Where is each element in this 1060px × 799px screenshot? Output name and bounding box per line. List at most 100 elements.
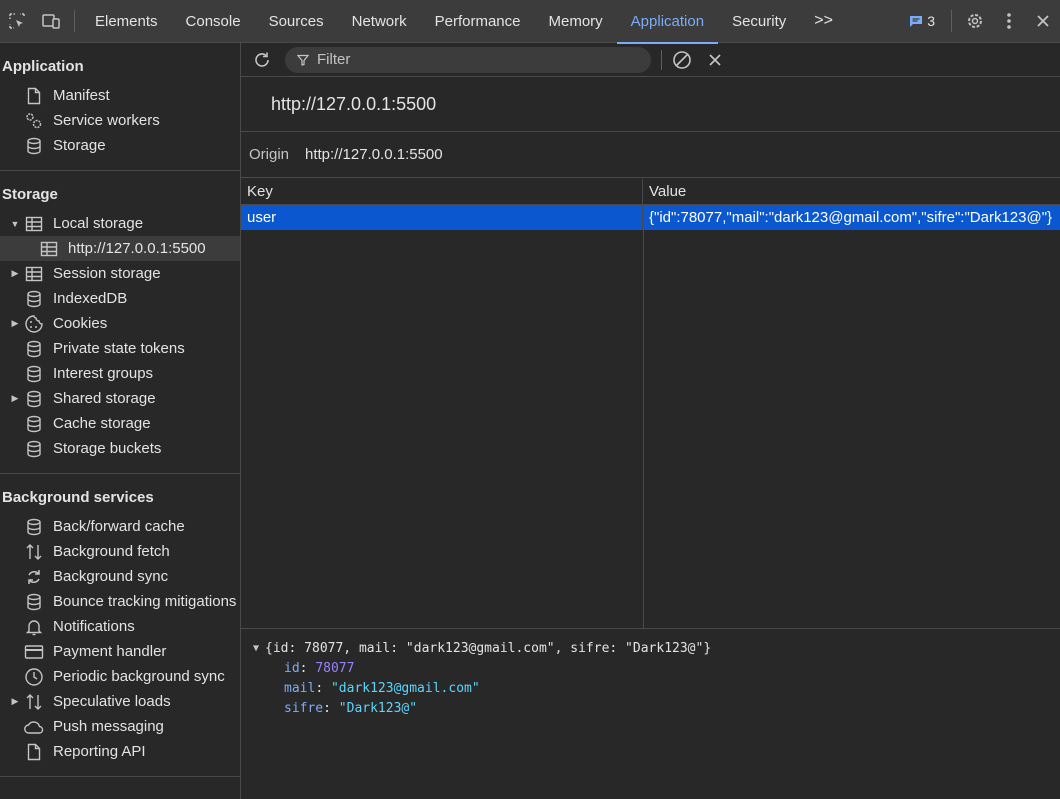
sidebar-item-local-storage-origin[interactable]: http://127.0.0.1:5500 (0, 236, 240, 261)
sidebar-item-storage-buckets[interactable]: Storage buckets (0, 436, 240, 461)
sidebar-item-cache-storage[interactable]: Cache storage (0, 411, 240, 436)
credit-card-icon (23, 642, 45, 662)
sidebar-item-label: Service workers (53, 112, 160, 129)
sidebar-item-background-sync[interactable]: Background sync (0, 564, 240, 589)
tab-console[interactable]: Console (172, 0, 255, 43)
clock-icon (23, 667, 45, 687)
database-icon (23, 289, 45, 309)
sidebar-item-cookies[interactable]: ▶ Cookies (0, 311, 240, 336)
sidebar-item-label: Push messaging (53, 718, 164, 735)
table-row[interactable]: user {"id":78077,"mail":"dark123@gmail.c… (241, 205, 1060, 230)
sidebar-item-label: Background fetch (53, 543, 170, 560)
sidebar-item-label: Bounce tracking mitigations (53, 593, 237, 610)
toolbar-divider (661, 49, 662, 70)
sidebar-item-session-storage[interactable]: ▶ Session storage (0, 261, 240, 286)
column-divider (643, 230, 644, 629)
close-devtools-icon[interactable] (1026, 0, 1060, 43)
tab-sources[interactable]: Sources (255, 0, 338, 43)
sidebar-item-label: Cache storage (53, 415, 151, 432)
sidebar-item-interest-groups[interactable]: Interest groups (0, 361, 240, 386)
bell-icon (23, 617, 45, 637)
local-storage-panel: http://127.0.0.1:5500 Origin http://127.… (241, 43, 1060, 799)
expanded-arrow-icon[interactable]: ▼ (253, 643, 259, 654)
collapsed-arrow-icon[interactable]: ▶ (9, 318, 21, 329)
sidebar-item-background-fetch[interactable]: Background fetch (0, 539, 240, 564)
collapsed-arrow-icon[interactable]: ▶ (9, 696, 21, 707)
sidebar-item-label: Reporting API (53, 743, 146, 760)
issues-count: 3 (927, 13, 935, 29)
section-title-storage: Storage (2, 186, 58, 203)
sidebar-item-manifest[interactable]: Manifest (0, 83, 240, 108)
sidebar-item-label: Storage (53, 137, 106, 154)
collapsed-arrow-icon[interactable]: ▶ (9, 268, 21, 279)
preview-summary: {id: 78077, mail: "dark123@gmail.com", s… (265, 640, 712, 656)
toolbar-divider (951, 10, 952, 32)
sidebar-item-label: Payment handler (53, 643, 167, 660)
table-icon (23, 264, 45, 284)
database-icon (23, 439, 45, 459)
settings-gear-icon[interactable] (958, 0, 992, 43)
property-key: mail (284, 680, 316, 696)
preview-property: id: 78077 (284, 660, 355, 676)
database-icon (23, 364, 45, 384)
device-toolbar-icon[interactable] (34, 0, 68, 43)
sidebar-item-label: Manifest (53, 87, 110, 104)
more-options-icon[interactable] (992, 0, 1026, 43)
sidebar-item-speculative-loads[interactable]: ▶ Speculative loads (0, 689, 240, 714)
sidebar-item-notifications[interactable]: Notifications (0, 614, 240, 639)
sidebar-item-private-state-tokens[interactable]: Private state tokens (0, 336, 240, 361)
origin-label: Origin (249, 146, 290, 163)
more-tabs-button[interactable]: >> (800, 0, 847, 43)
sidebar-item-storage[interactable]: Storage (0, 133, 240, 158)
preview-summary-row[interactable]: ▼ {id: 78077, mail: "dark123@gmail.com",… (241, 638, 1060, 658)
sync-icon (23, 567, 45, 587)
sidebar-item-service-workers[interactable]: Service workers (0, 108, 240, 133)
origin-title: http://127.0.0.1:5500 (241, 77, 1060, 132)
issues-counter[interactable]: 3 (899, 13, 945, 29)
clear-all-icon[interactable] (672, 50, 696, 70)
tab-memory[interactable]: Memory (535, 0, 617, 43)
expanded-arrow-icon[interactable]: ▼ (9, 219, 21, 229)
delete-selected-icon[interactable] (708, 53, 722, 67)
row-key[interactable]: user (241, 205, 643, 230)
sidebar-item-periodic-background-sync[interactable]: Periodic background sync (0, 664, 240, 689)
sidebar-item-shared-storage[interactable]: ▶ Shared storage (0, 386, 240, 411)
tab-network[interactable]: Network (338, 0, 421, 43)
refresh-icon[interactable] (249, 47, 275, 73)
property-key: sifre (284, 700, 324, 716)
row-value: {"id":78077,"mail":"dark123@gmail.com","… (649, 209, 1053, 226)
sidebar-item-payment-handler[interactable]: Payment handler (0, 639, 240, 664)
cookie-icon (23, 314, 45, 334)
sidebar-item-back-forward-cache[interactable]: Back/forward cache (0, 514, 240, 539)
tab-application[interactable]: Application (616, 0, 719, 44)
column-header-value[interactable]: Value (643, 179, 1060, 204)
sidebar-item-local-storage[interactable]: ▼ Local storage (0, 211, 240, 236)
sidebar-item-label: http://127.0.0.1:5500 (68, 240, 206, 257)
table-icon (23, 214, 45, 234)
sidebar-item-reporting-api[interactable]: Reporting API (0, 739, 240, 764)
gears-icon (23, 111, 45, 131)
tab-security[interactable]: Security (718, 0, 800, 43)
sidebar-item-label: Local storage (53, 215, 144, 232)
sidebar-item-label: Background sync (53, 568, 169, 585)
collapsed-arrow-icon[interactable]: ▶ (9, 393, 21, 404)
section-title-application: Application (2, 58, 84, 75)
sidebar-item-bounce-tracking[interactable]: Bounce tracking mitigations (0, 589, 240, 614)
row-value-cell[interactable]: {"id":78077,"mail":"dark123@gmail.com","… (643, 205, 1060, 230)
issues-icon (910, 16, 923, 27)
property-key: id (284, 660, 300, 676)
tab-elements[interactable]: Elements (81, 0, 172, 43)
filter-box[interactable] (285, 46, 651, 73)
sidebar-item-indexeddb[interactable]: IndexedDB (0, 286, 240, 311)
sidebar-item-label: Speculative loads (53, 693, 171, 710)
tab-performance[interactable]: Performance (421, 0, 535, 43)
sidebar-item-push-messaging[interactable]: Push messaging (0, 714, 240, 739)
sidebar-item-label: Session storage (53, 265, 161, 282)
sidebar-item-label: Notifications (53, 618, 135, 635)
origin-value: http://127.0.0.1:5500 (305, 146, 443, 163)
database-icon (23, 389, 45, 409)
up-down-arrows-icon (23, 692, 45, 712)
column-header-key[interactable]: Key (241, 179, 643, 204)
filter-input[interactable] (317, 51, 617, 68)
inspect-element-icon[interactable] (0, 0, 34, 43)
